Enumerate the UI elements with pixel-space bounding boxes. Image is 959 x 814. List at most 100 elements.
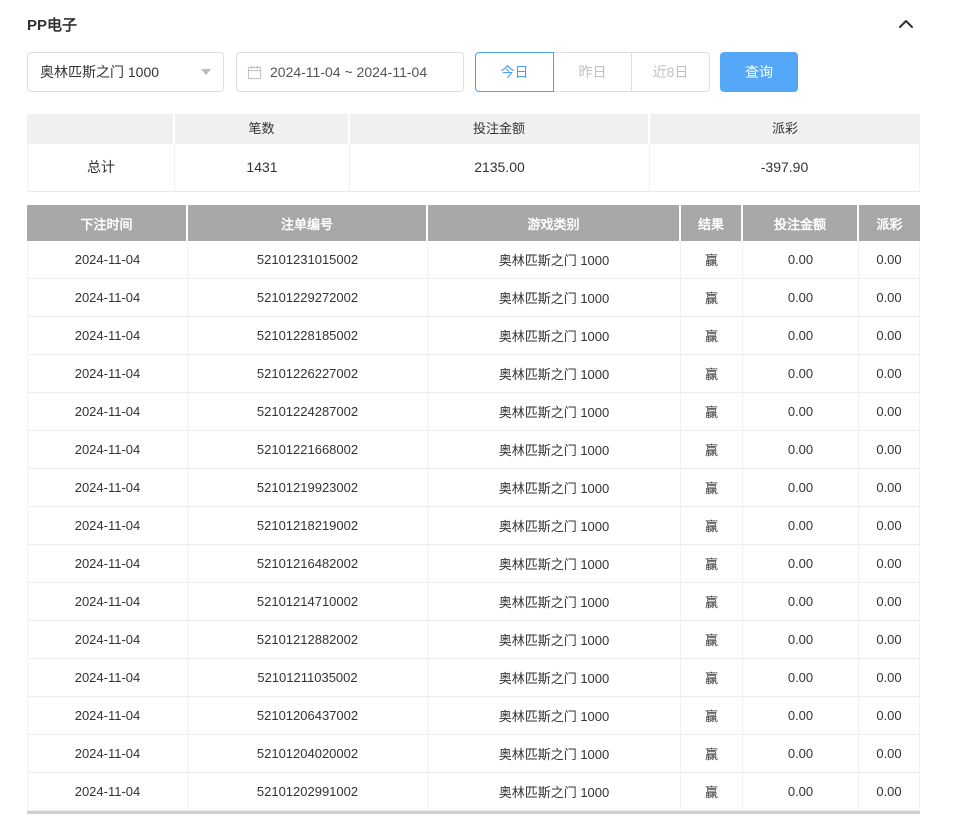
- result-cell: 赢: [681, 279, 743, 317]
- table-row: 2024-11-0452101216482002奥林匹斯之门 1000赢0.00…: [27, 545, 920, 583]
- bet-time-cell: 2024-11-04: [27, 735, 188, 773]
- table-row: 2024-11-0452101228185002奥林匹斯之门 1000赢0.00…: [27, 317, 920, 355]
- payout-cell: 0.00: [859, 545, 920, 583]
- result-cell: 赢: [681, 469, 743, 507]
- summary-header-row: 笔数 投注金额 派彩: [27, 114, 920, 144]
- payout-cell: 0.00: [859, 469, 920, 507]
- game-type-cell: 奥林匹斯之门 1000: [428, 355, 681, 393]
- quick-last8days-button[interactable]: 近8日: [631, 52, 710, 92]
- search-button[interactable]: 查询: [720, 52, 798, 92]
- bet-time-cell: 2024-11-04: [27, 697, 188, 735]
- payout-cell: 0.00: [859, 697, 920, 735]
- bet-amount-cell: 0.00: [743, 583, 859, 621]
- payout-cell: 0.00: [859, 241, 920, 279]
- order-id-cell: 52101212882002: [188, 621, 428, 659]
- summary-header-blank: [27, 114, 175, 144]
- bet-amount-cell: 0.00: [743, 545, 859, 583]
- bet-time-cell: 2024-11-04: [27, 393, 188, 431]
- summary-table: 笔数 投注金额 派彩 总计 1431 2135.00 -397.90: [27, 114, 920, 192]
- column-header: 下注时间: [27, 205, 188, 241]
- game-type-cell: 奥林匹斯之门 1000: [428, 659, 681, 697]
- order-id-cell: 52101231015002: [188, 241, 428, 279]
- order-id-cell: 52101218219002: [188, 507, 428, 545]
- table-row: 2024-11-0452101224287002奥林匹斯之门 1000赢0.00…: [27, 393, 920, 431]
- order-id-cell: 52101211035002: [188, 659, 428, 697]
- game-select-value: 奥林匹斯之门 1000: [40, 62, 159, 82]
- payout-cell: 0.00: [859, 583, 920, 621]
- bet-time-cell: 2024-11-04: [27, 507, 188, 545]
- game-type-cell: 奥林匹斯之门 1000: [428, 583, 681, 621]
- game-type-cell: 奥林匹斯之门 1000: [428, 507, 681, 545]
- chevron-down-icon: [201, 69, 211, 75]
- bet-time-cell: 2024-11-04: [27, 431, 188, 469]
- payout-cell: 0.00: [859, 735, 920, 773]
- quick-yesterday-button[interactable]: 昨日: [553, 52, 632, 92]
- order-id-cell: 52101221668002: [188, 431, 428, 469]
- order-id-cell: 52101224287002: [188, 393, 428, 431]
- summary-total-payout: -397.90: [650, 144, 920, 191]
- bet-amount-cell: 0.00: [743, 355, 859, 393]
- result-cell: 赢: [681, 659, 743, 697]
- panel-title: PP电子: [27, 14, 77, 35]
- order-id-cell: 52101219923002: [188, 469, 428, 507]
- result-cell: 赢: [681, 735, 743, 773]
- bet-amount-cell: 0.00: [743, 507, 859, 545]
- table-row: 2024-11-0452101226227002奥林匹斯之门 1000赢0.00…: [27, 355, 920, 393]
- bet-amount-cell: 0.00: [743, 431, 859, 469]
- result-cell: 赢: [681, 431, 743, 469]
- table-row: 2024-11-0452101218219002奥林匹斯之门 1000赢0.00…: [27, 507, 920, 545]
- table-row: 2024-11-0452101214710002奥林匹斯之门 1000赢0.00…: [27, 583, 920, 621]
- game-type-cell: 奥林匹斯之门 1000: [428, 621, 681, 659]
- panel-header: PP电子: [27, 12, 920, 36]
- bet-amount-cell: 0.00: [743, 773, 859, 811]
- column-header: 游戏类别: [428, 205, 681, 241]
- game-type-cell: 奥林匹斯之门 1000: [428, 393, 681, 431]
- pp-electronics-panel: PP电子 奥林匹斯之门 1000 2024-11-04 ~ 2024-11-04…: [27, 0, 920, 814]
- payout-cell: 0.00: [859, 279, 920, 317]
- order-id-cell: 52101229272002: [188, 279, 428, 317]
- game-select[interactable]: 奥林匹斯之门 1000: [27, 52, 224, 92]
- filter-bar: 奥林匹斯之门 1000 2024-11-04 ~ 2024-11-04 今日 昨…: [27, 52, 920, 92]
- column-header: 结果: [681, 205, 743, 241]
- bet-time-cell: 2024-11-04: [27, 583, 188, 621]
- result-cell: 赢: [681, 773, 743, 811]
- bet-time-cell: 2024-11-04: [27, 241, 188, 279]
- table-row: 2024-11-0452101212882002奥林匹斯之门 1000赢0.00…: [27, 621, 920, 659]
- chevron-up-icon[interactable]: [898, 18, 914, 30]
- result-cell: 赢: [681, 583, 743, 621]
- bet-time-cell: 2024-11-04: [27, 545, 188, 583]
- game-type-cell: 奥林匹斯之门 1000: [428, 279, 681, 317]
- result-cell: 赢: [681, 241, 743, 279]
- table-row: 2024-11-0452101231015002奥林匹斯之门 1000赢0.00…: [27, 241, 920, 279]
- column-header: 派彩: [859, 205, 920, 241]
- bet-time-cell: 2024-11-04: [27, 469, 188, 507]
- table-row: 2024-11-0452101219923002奥林匹斯之门 1000赢0.00…: [27, 469, 920, 507]
- table-row: 2024-11-0452101211035002奥林匹斯之门 1000赢0.00…: [27, 659, 920, 697]
- summary-total-count: 1431: [175, 144, 350, 191]
- table-row: 2024-11-0452101206437002奥林匹斯之门 1000赢0.00…: [27, 697, 920, 735]
- quick-today-button[interactable]: 今日: [475, 52, 554, 92]
- bet-time-cell: 2024-11-04: [27, 355, 188, 393]
- result-cell: 赢: [681, 621, 743, 659]
- game-type-cell: 奥林匹斯之门 1000: [428, 431, 681, 469]
- order-id-cell: 52101202991002: [188, 773, 428, 811]
- order-id-cell: 52101204020002: [188, 735, 428, 773]
- bet-amount-cell: 0.00: [743, 279, 859, 317]
- date-range-value: 2024-11-04 ~ 2024-11-04: [270, 64, 427, 80]
- bet-amount-cell: 0.00: [743, 469, 859, 507]
- bet-amount-cell: 0.00: [743, 697, 859, 735]
- column-header: 投注金额: [743, 205, 859, 241]
- table-row: 2024-11-0452101229272002奥林匹斯之门 1000赢0.00…: [27, 279, 920, 317]
- game-type-cell: 奥林匹斯之门 1000: [428, 469, 681, 507]
- game-type-cell: 奥林匹斯之门 1000: [428, 773, 681, 811]
- date-range-input[interactable]: 2024-11-04 ~ 2024-11-04: [236, 52, 464, 92]
- bet-amount-cell: 0.00: [743, 659, 859, 697]
- bet-time-cell: 2024-11-04: [27, 317, 188, 355]
- payout-cell: 0.00: [859, 773, 920, 811]
- result-cell: 赢: [681, 317, 743, 355]
- order-id-cell: 52101226227002: [188, 355, 428, 393]
- table-row: 2024-11-0452101202991002奥林匹斯之门 1000赢0.00…: [27, 773, 920, 811]
- bet-amount-cell: 0.00: [743, 735, 859, 773]
- payout-cell: 0.00: [859, 659, 920, 697]
- result-cell: 赢: [681, 393, 743, 431]
